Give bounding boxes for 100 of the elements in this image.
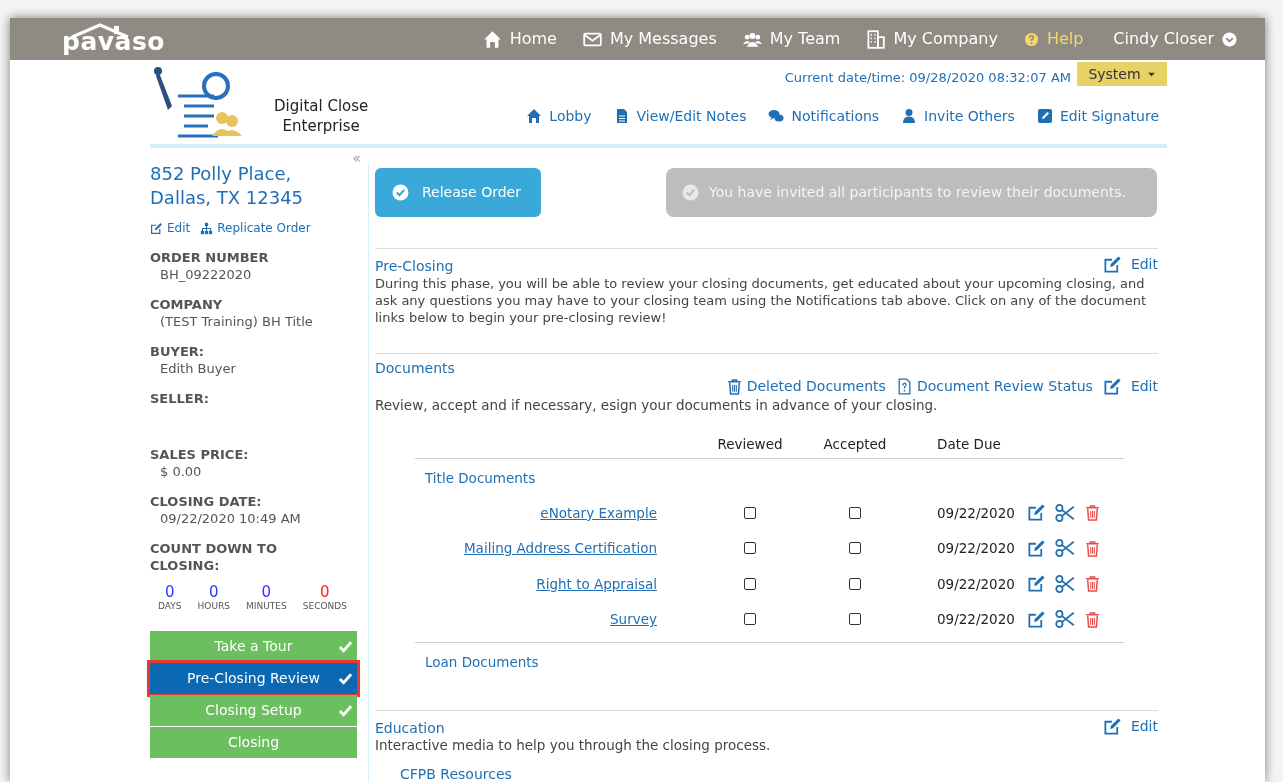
section-description: Interactive media to help you through the closing process. (375, 737, 772, 754)
field-value: (TEST Training) BH Title (159, 313, 314, 331)
nav-link[interactable]: My Messages (582, 27, 717, 51)
nav-link[interactable]: Home (482, 27, 557, 51)
check-circle-icon (392, 184, 409, 201)
nav-link[interactable]: My Company (866, 27, 998, 51)
checkbox[interactable] (849, 577, 861, 590)
scissors-icon[interactable] (1055, 609, 1075, 630)
field-label: CLOSING DATE: (150, 493, 263, 510)
nav-link[interactable]: My Team (742, 27, 841, 51)
checkbox[interactable] (849, 506, 861, 519)
document-link[interactable]: eNotary Example (540, 504, 657, 521)
header-link[interactable]: Edit Signature (1036, 105, 1159, 127)
edit-icon (1102, 377, 1122, 396)
column-header: Date Due (936, 435, 1002, 454)
due-date: 09/22/2020 (936, 539, 1015, 559)
field-label: SELLER: (150, 390, 210, 407)
header-link[interactable]: Lobby (526, 105, 592, 127)
column-header: Accepted (822, 435, 888, 454)
scissors-icon[interactable] (1055, 538, 1075, 559)
countdown-value: 0 (209, 584, 219, 600)
countdown-unit: MINUTES (246, 600, 287, 613)
edit-icon (1036, 108, 1053, 124)
sidebar-link[interactable]: Replicate Order (200, 219, 311, 237)
home-icon (526, 108, 543, 124)
user-menu[interactable]: Cindy Closer (1113, 27, 1237, 51)
countdown-unit: DAYS (158, 600, 182, 613)
checkbox[interactable] (849, 542, 861, 555)
trash-icon (725, 378, 743, 395)
section-title: Pre-Closing (375, 257, 454, 275)
edit-link[interactable]: Edit (1102, 254, 1158, 275)
trash-icon[interactable] (1084, 539, 1101, 557)
scissors-icon[interactable] (1055, 502, 1075, 523)
due-date: 09/22/2020 (936, 503, 1015, 523)
header-link[interactable]: View/Edit Notes (613, 105, 747, 127)
step-button[interactable]: Pre-Closing Review (150, 662, 357, 694)
release-order-button[interactable]: Release Order (375, 168, 541, 217)
checkbox[interactable] (744, 577, 756, 590)
header-link[interactable]: Notifications (768, 105, 880, 127)
edit-link[interactable]: Edit (1102, 716, 1158, 737)
system-dropdown[interactable]: System (1077, 62, 1167, 86)
field-value: BH_09222020 (159, 266, 253, 284)
product-name: Digital Close Enterprise (274, 96, 369, 137)
check-circle-icon (682, 184, 699, 201)
question-icon (1023, 31, 1039, 47)
group-title: Title Documents (424, 469, 537, 488)
checkbox[interactable] (849, 613, 861, 626)
property-address: 852 Polly Place, Dallas, TX 12345 (150, 162, 305, 210)
countdown-value: 0 (320, 584, 330, 600)
collapse-toggle[interactable]: « (352, 148, 361, 169)
countdown-unit: SECONDS (302, 600, 347, 613)
edit-icon (1102, 255, 1122, 274)
countdown-value: 0 (165, 584, 175, 600)
field-value: 09/22/2020 10:49 AM (159, 510, 302, 528)
section-description: During this phase, you will be able to review your closing documents, get educated about your upcoming closing, and ask any questions you may have to your closing team using the Notifications tab above. Click on any of the document links below to begin your pre-closing review! (375, 275, 1148, 326)
edit-icon[interactable] (1027, 503, 1046, 523)
column-header: Reviewed (716, 435, 784, 454)
field-value: $ 0.00 (159, 463, 203, 481)
due-date: 09/22/2020 (936, 574, 1015, 594)
field-label: ORDER NUMBER (150, 249, 270, 266)
resource-link[interactable]: CFPB Resources (400, 764, 1158, 782)
current-datetime: Current date/time: 09/28/2020 08:32:07 AM (784, 69, 1071, 87)
due-date: 09/22/2020 (936, 610, 1015, 630)
review-status-link[interactable]: Document Review Status (895, 376, 1093, 397)
trash-icon[interactable] (1084, 610, 1101, 628)
section-title: Education (375, 719, 445, 737)
section-title: Documents (375, 359, 455, 377)
field-value: Edith Buyer (159, 360, 237, 378)
caret-icon (1222, 31, 1237, 47)
countdown-unit: HOURS (197, 600, 230, 613)
field-label: SALES PRICE: (150, 446, 250, 463)
group-title: Loan Documents (424, 653, 540, 672)
edit-icon[interactable] (1027, 574, 1046, 594)
edit-link[interactable]: Edit (1102, 376, 1158, 397)
trash-icon[interactable] (1084, 575, 1101, 593)
checkbox[interactable] (744, 506, 756, 519)
checkbox[interactable] (744, 542, 756, 555)
header-link[interactable]: Invite Others (901, 105, 1015, 127)
field-label: BUYER: (150, 343, 205, 360)
document-link[interactable]: Mailing Address Certification (463, 540, 657, 557)
chat-icon (768, 108, 785, 124)
edit-icon[interactable] (1027, 609, 1046, 629)
person-icon (901, 108, 918, 124)
edit-icon (1102, 717, 1122, 736)
trash-icon[interactable] (1084, 504, 1101, 522)
home-icon (482, 29, 502, 49)
section-description: Review, accept and if necessary, esign your documents in advance of your closing. (375, 397, 939, 414)
checkbox[interactable] (744, 613, 756, 626)
scissors-icon[interactable] (1055, 573, 1075, 594)
field-label: COMPANY (150, 296, 224, 313)
hierarchy-icon (200, 221, 214, 235)
document-link[interactable]: Right to Appraisal (536, 575, 657, 592)
edit-icon (150, 221, 163, 235)
document-link[interactable]: Survey (610, 611, 657, 628)
field-label: COUNT DOWN TO CLOSING: (150, 540, 278, 574)
edit-icon[interactable] (1027, 538, 1046, 558)
countdown-value: 0 (261, 584, 272, 600)
deleted-documents-link[interactable]: Deleted Documents (725, 376, 886, 397)
brand-logo[interactable]: pavaso (62, 29, 165, 54)
sidebar-link[interactable]: Edit (150, 219, 191, 237)
